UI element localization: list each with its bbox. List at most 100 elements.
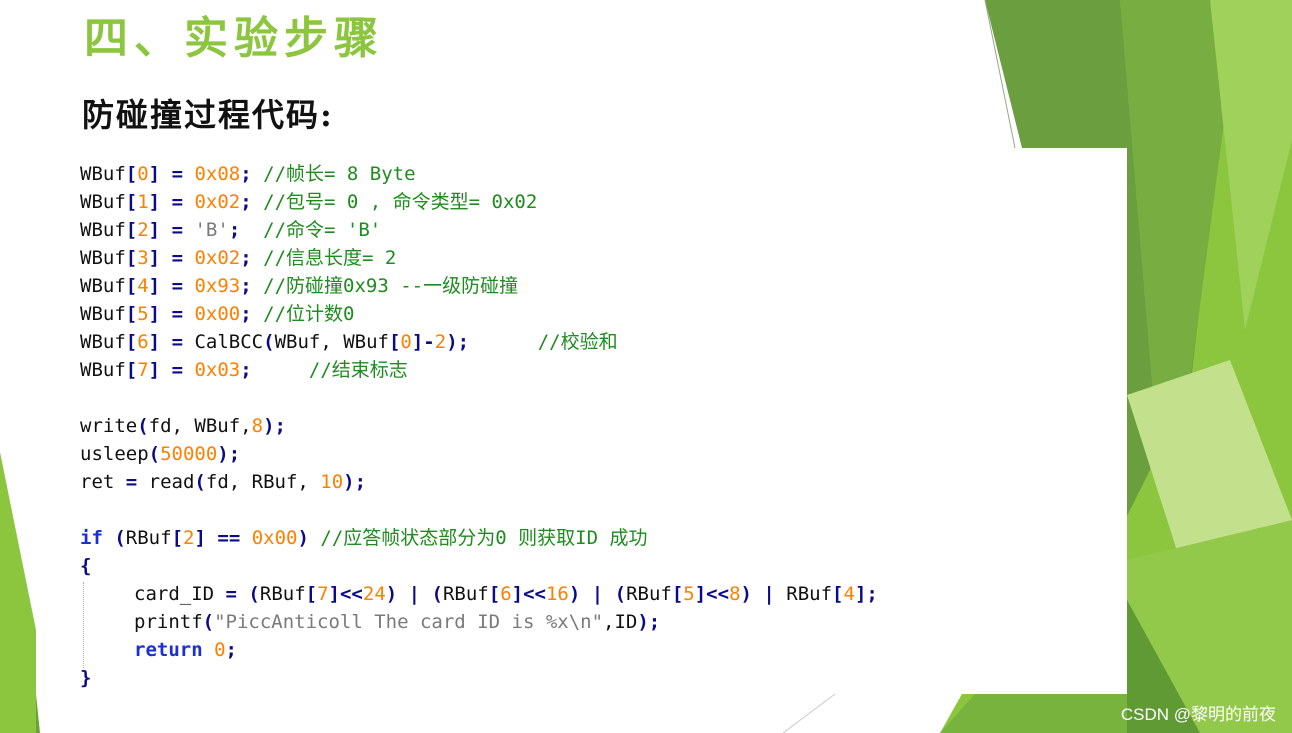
code-operator: ( [248, 583, 260, 605]
code-number: 6 [500, 583, 512, 605]
code-operator: ; [240, 247, 264, 269]
code-operator: ); [217, 443, 241, 465]
section-subtitle: 防碰撞过程代码: [82, 96, 334, 134]
code-number: 4 [137, 275, 149, 297]
code-number: 2 [183, 527, 195, 549]
code-identifier: write [80, 415, 138, 437]
code-identifier: RBuf [259, 583, 306, 605]
code-comment: //信息长度= 2 [263, 247, 397, 269]
code-operator: = [171, 163, 184, 185]
code-operator: ( [194, 471, 206, 493]
code-line: card_ID = (RBuf[7]<< 24) | (RBuf[6]<< 16) … [80, 580, 878, 608]
code-identifier: CalBCC [183, 331, 264, 353]
code-number: 7 [137, 359, 149, 381]
code-operator: [ [125, 359, 138, 381]
code-comment: //结束标志 [308, 359, 408, 381]
code-operator: [ [125, 163, 138, 185]
code-identifier [240, 524, 251, 552]
code-comment: //命令= 'B' [263, 219, 382, 241]
code-identifier [103, 524, 114, 552]
code-operator: ( [114, 527, 126, 549]
code-operator: ] [148, 219, 161, 241]
code-number: 0x93 [194, 275, 241, 297]
code-operator: [ [305, 583, 318, 605]
code-comment: //包号= 0 , 命令类型= 0x02 [263, 191, 538, 213]
code-operator: ]; [854, 583, 878, 605]
code-line: WBuf[0] = 0x08; //帧长= 8 Byte [80, 160, 878, 188]
code-line: WBuf[4] = 0x93; //防碰撞0x93 --一级防碰撞 [80, 272, 878, 300]
slide: 四、实验步骤 防碰撞过程代码: WBuf[0] = 0x08; //帧长= 8 … [0, 0, 1292, 733]
code-identifier: fd, RBuf, [205, 471, 321, 493]
code-operator: } [80, 667, 92, 689]
code-operator: = [171, 275, 184, 297]
code-identifier: WBuf [80, 275, 126, 297]
code-identifier: RBuf [786, 583, 833, 605]
code-line: WBuf[6] = CalBCC(WBuf, WBuf[0]- 2); //校验和 [80, 328, 878, 356]
code-identifier [160, 160, 171, 188]
code-line: WBuf[3] = 0x02; //信息长度= 2 [80, 244, 878, 272]
watermark: CSDN @黎明的前夜 [1120, 705, 1276, 724]
code-operator: ] [148, 247, 161, 269]
code-number: 8 [729, 583, 741, 605]
code-comment: //位计数0 [263, 303, 355, 325]
code-operator: ) | ( [385, 583, 443, 605]
code-number: 2 [137, 219, 149, 241]
code-number: 50000 [160, 443, 218, 465]
code-identifier: WBuf, WBuf [274, 331, 389, 353]
code-line: printf("PiccAnticoll The card ID is %x\n… [80, 608, 878, 636]
code-operator: ); [446, 331, 538, 353]
code-number: 0 [214, 639, 226, 661]
code-operator: == [217, 527, 241, 549]
code-identifier [160, 328, 171, 356]
code-operator: = [171, 191, 184, 213]
code-identifier [160, 272, 171, 300]
code-number: 1 [137, 191, 149, 213]
code-identifier: card_ID [134, 583, 226, 605]
code-line: if (RBuf[2] == 0x00) //应答帧状态部分为0 则获取ID 成… [80, 524, 878, 552]
code-operator: ] [148, 163, 161, 185]
code-number: 3 [137, 247, 149, 269]
code-comment: //应答帧状态部分为0 则获取ID 成功 [320, 527, 648, 549]
code-operator: ]<< [694, 583, 730, 605]
code-operator: ]<< [328, 583, 363, 605]
code-block: WBuf[0] = 0x08; //帧长= 8 Byte WBuf[1] = 0x… [80, 160, 878, 692]
code-number: 4 [843, 583, 855, 605]
code-line: return 0; [80, 636, 878, 664]
code-operator: ) | ( [568, 583, 627, 605]
code-operator: ] [148, 191, 161, 213]
code-identifier: ret [80, 471, 126, 493]
code-operator: ; [240, 359, 309, 381]
code-operator: [ [171, 527, 184, 549]
deco-shape-left-sliver [0, 452, 36, 733]
code-number: 8 [251, 415, 264, 437]
code-operator: ); [263, 415, 286, 437]
code-identifier [237, 580, 248, 608]
code-line: write(fd, WBuf, 8); [80, 412, 878, 440]
code-identifier: WBuf [80, 163, 126, 185]
code-operator: ( [148, 443, 161, 465]
code-operator: [ [125, 247, 138, 269]
code-identifier [160, 188, 171, 216]
code-number: 16 [545, 583, 569, 605]
code-number: 0x08 [194, 163, 241, 185]
code-operator: ); [637, 611, 661, 633]
code-operator: = [225, 583, 237, 605]
code-identifier: WBuf [80, 247, 126, 269]
code-operator: = [171, 247, 184, 269]
code-comment: //帧长= 8 Byte [263, 163, 416, 185]
code-operator: [ [488, 583, 501, 605]
code-identifier: read [137, 471, 195, 493]
code-operator: ( [263, 331, 275, 353]
code-identifier [183, 272, 194, 300]
code-line: } [80, 664, 878, 692]
code-identifier: WBuf [80, 219, 126, 241]
code-number: 0 [137, 163, 149, 185]
code-operator: = [171, 359, 184, 381]
code-number: 0x02 [194, 247, 241, 269]
code-operator: { [80, 555, 92, 577]
code-identifier [160, 216, 171, 244]
code-identifier: fd, WBuf, [148, 415, 252, 437]
code-identifier [206, 524, 217, 552]
code-operator: [ [125, 275, 138, 297]
